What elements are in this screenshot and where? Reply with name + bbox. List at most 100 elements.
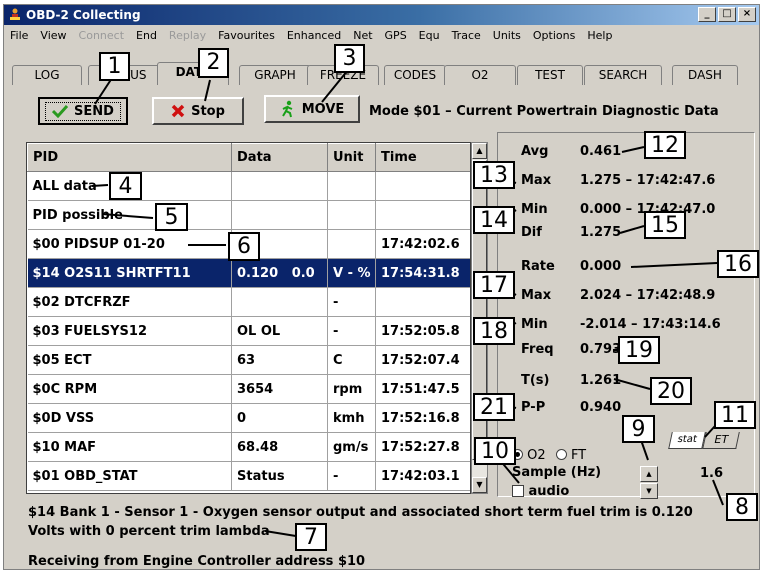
audio-checkbox[interactable] bbox=[512, 485, 524, 497]
dif-label: Dif bbox=[521, 225, 542, 240]
cell-time: 17:51:47.5 bbox=[375, 374, 470, 404]
cell-data: 0 bbox=[231, 403, 328, 433]
column-header-data[interactable]: Data bbox=[231, 143, 328, 172]
scroll-up-button[interactable]: ▲ bbox=[472, 143, 487, 159]
max-value: 1.275 – 17:42:47.6 bbox=[580, 173, 716, 188]
table-row[interactable]: $10 MAF 68.48 gm/s 17:52:27.8 bbox=[27, 432, 470, 462]
menu-connect[interactable]: Connect bbox=[73, 27, 130, 45]
callout-5: 5 bbox=[155, 203, 188, 231]
min-label: Min bbox=[521, 202, 548, 217]
callout-2: 2 bbox=[198, 48, 229, 78]
cell-time: 17:42:02.6 bbox=[375, 229, 470, 259]
avg-label: Avg bbox=[521, 144, 549, 159]
rate-min-value: -2.014 – 17:43:14.6 bbox=[580, 317, 721, 332]
stop-button[interactable]: Stop bbox=[152, 97, 244, 125]
pid-grid: PID Data Unit Time ALL data PID possible $… bbox=[26, 142, 471, 494]
cell-unit: V - % bbox=[327, 258, 376, 288]
o2-ft-selector: O2 FT bbox=[512, 448, 586, 463]
cell-data: 68.48 bbox=[231, 432, 328, 462]
sample-down-button[interactable]: ▼ bbox=[640, 483, 658, 499]
window-title: OBD-2 Collecting bbox=[26, 8, 141, 22]
dif-value: 1.275 bbox=[580, 225, 622, 240]
menu-options[interactable]: Options bbox=[527, 27, 581, 45]
menu-equ[interactable]: Equ bbox=[413, 27, 446, 45]
period-label: T(s) bbox=[521, 373, 550, 388]
mode-description: Mode $01 – Current Powertrain Diagnostic… bbox=[369, 104, 719, 119]
callout-16: 16 bbox=[717, 250, 759, 278]
callout-12: 12 bbox=[644, 131, 686, 159]
table-row[interactable]: $01 OBD_STAT Status -17:42:03.1 bbox=[27, 461, 470, 491]
menu-view[interactable]: View bbox=[34, 27, 72, 45]
column-header-time[interactable]: Time bbox=[375, 143, 470, 172]
callout-9: 9 bbox=[622, 415, 655, 443]
close-button[interactable]: × bbox=[738, 7, 756, 22]
menu-gps[interactable]: GPS bbox=[379, 27, 413, 45]
column-header-unit[interactable]: Unit bbox=[327, 143, 376, 172]
menu-enhanced[interactable]: Enhanced bbox=[281, 27, 347, 45]
table-row[interactable]: $02 DTCFRZF - bbox=[27, 287, 470, 317]
callout-14: 14 bbox=[473, 206, 515, 234]
cell-unit: - bbox=[327, 461, 376, 491]
title-bar: OBD-2 Collecting _ □ × bbox=[4, 5, 759, 25]
sample-label: Sample (Hz) bbox=[512, 465, 602, 480]
table-row[interactable]: PID possible bbox=[27, 200, 470, 230]
callout-3: 3 bbox=[334, 44, 365, 73]
cell-pid: $0C RPM bbox=[27, 374, 232, 404]
cell-pid: $10 MAF bbox=[27, 432, 232, 462]
minimize-button[interactable]: _ bbox=[698, 7, 716, 22]
status-line-2: Volts with 0 percent trim lambda bbox=[28, 524, 270, 539]
cell-unit: kmh bbox=[327, 403, 376, 433]
cell-data bbox=[231, 171, 328, 201]
max-label: Max bbox=[521, 173, 552, 188]
menu-replay[interactable]: Replay bbox=[163, 27, 212, 45]
tab-graph[interactable]: GRAPH bbox=[239, 65, 311, 85]
o2-label: O2 bbox=[527, 448, 546, 463]
cell-data bbox=[231, 200, 328, 230]
scroll-down-button[interactable]: ▼ bbox=[472, 477, 487, 493]
table-row[interactable]: $0D VSS 0 kmh 17:52:16.8 bbox=[27, 403, 470, 433]
callout-19: 19 bbox=[618, 336, 660, 364]
sample-up-button[interactable]: ▲ bbox=[640, 466, 658, 482]
cell-time bbox=[375, 171, 470, 201]
cell-unit bbox=[327, 171, 376, 201]
stat-tab[interactable]: stat bbox=[668, 432, 706, 449]
tab-log[interactable]: LOG bbox=[12, 65, 82, 85]
callout-8: 8 bbox=[726, 493, 758, 521]
tab-o2[interactable]: O2 bbox=[444, 65, 516, 85]
ft-radio[interactable] bbox=[555, 449, 567, 460]
table-row[interactable]: $14 O2S11 SHRTFT11 0.120 0.0 V - % 17:54:31… bbox=[27, 258, 470, 288]
send-label: SEND bbox=[74, 103, 114, 119]
tab-search[interactable]: SEARCH bbox=[584, 65, 662, 85]
table-row[interactable]: $03 FUELSYS12 OL OL -17:52:05.8 bbox=[27, 316, 470, 346]
cell-unit bbox=[327, 229, 376, 259]
callout-1: 1 bbox=[99, 52, 130, 81]
menu-file[interactable]: File bbox=[4, 27, 34, 45]
et-tab[interactable]: ET bbox=[702, 432, 740, 449]
menu-end[interactable]: End bbox=[130, 27, 163, 45]
menu-help[interactable]: Help bbox=[581, 27, 618, 45]
menu-net[interactable]: Net bbox=[347, 27, 378, 45]
red-x-icon bbox=[171, 104, 185, 118]
cell-time: 17:52:16.8 bbox=[375, 403, 470, 433]
callout-20: 20 bbox=[650, 377, 692, 405]
avg-value: 0.461 bbox=[580, 144, 622, 159]
menu-trace[interactable]: Trace bbox=[446, 27, 487, 45]
tab-test[interactable]: TEST bbox=[517, 65, 583, 85]
menu-units[interactable]: Units bbox=[487, 27, 527, 45]
callout-18: 18 bbox=[473, 317, 515, 345]
ft-label: FT bbox=[570, 448, 587, 463]
menu-favourites[interactable]: Favourites bbox=[212, 27, 281, 45]
move-button[interactable]: MOVE bbox=[264, 95, 360, 123]
cell-data: 63 bbox=[231, 345, 328, 375]
table-row[interactable]: $0C RPM 3654 rpm 17:51:47.5 bbox=[27, 374, 470, 404]
table-row[interactable]: ALL data bbox=[27, 171, 470, 201]
tab-dash[interactable]: DASH bbox=[672, 65, 738, 85]
send-button[interactable]: SEND bbox=[38, 97, 128, 125]
table-row[interactable]: $05 ECT 63 C 17:52:07.4 bbox=[27, 345, 470, 375]
column-header-pid[interactable]: PID bbox=[27, 143, 232, 172]
maximize-button[interactable]: □ bbox=[718, 7, 736, 22]
callout-4: 4 bbox=[109, 172, 142, 200]
status-area: $14 Bank 1 - Sensor 1 - Oxygen sensor ou… bbox=[28, 503, 748, 571]
tab-codes[interactable]: CODES bbox=[384, 65, 446, 85]
sample-rate-value: 1.6 bbox=[700, 466, 724, 481]
